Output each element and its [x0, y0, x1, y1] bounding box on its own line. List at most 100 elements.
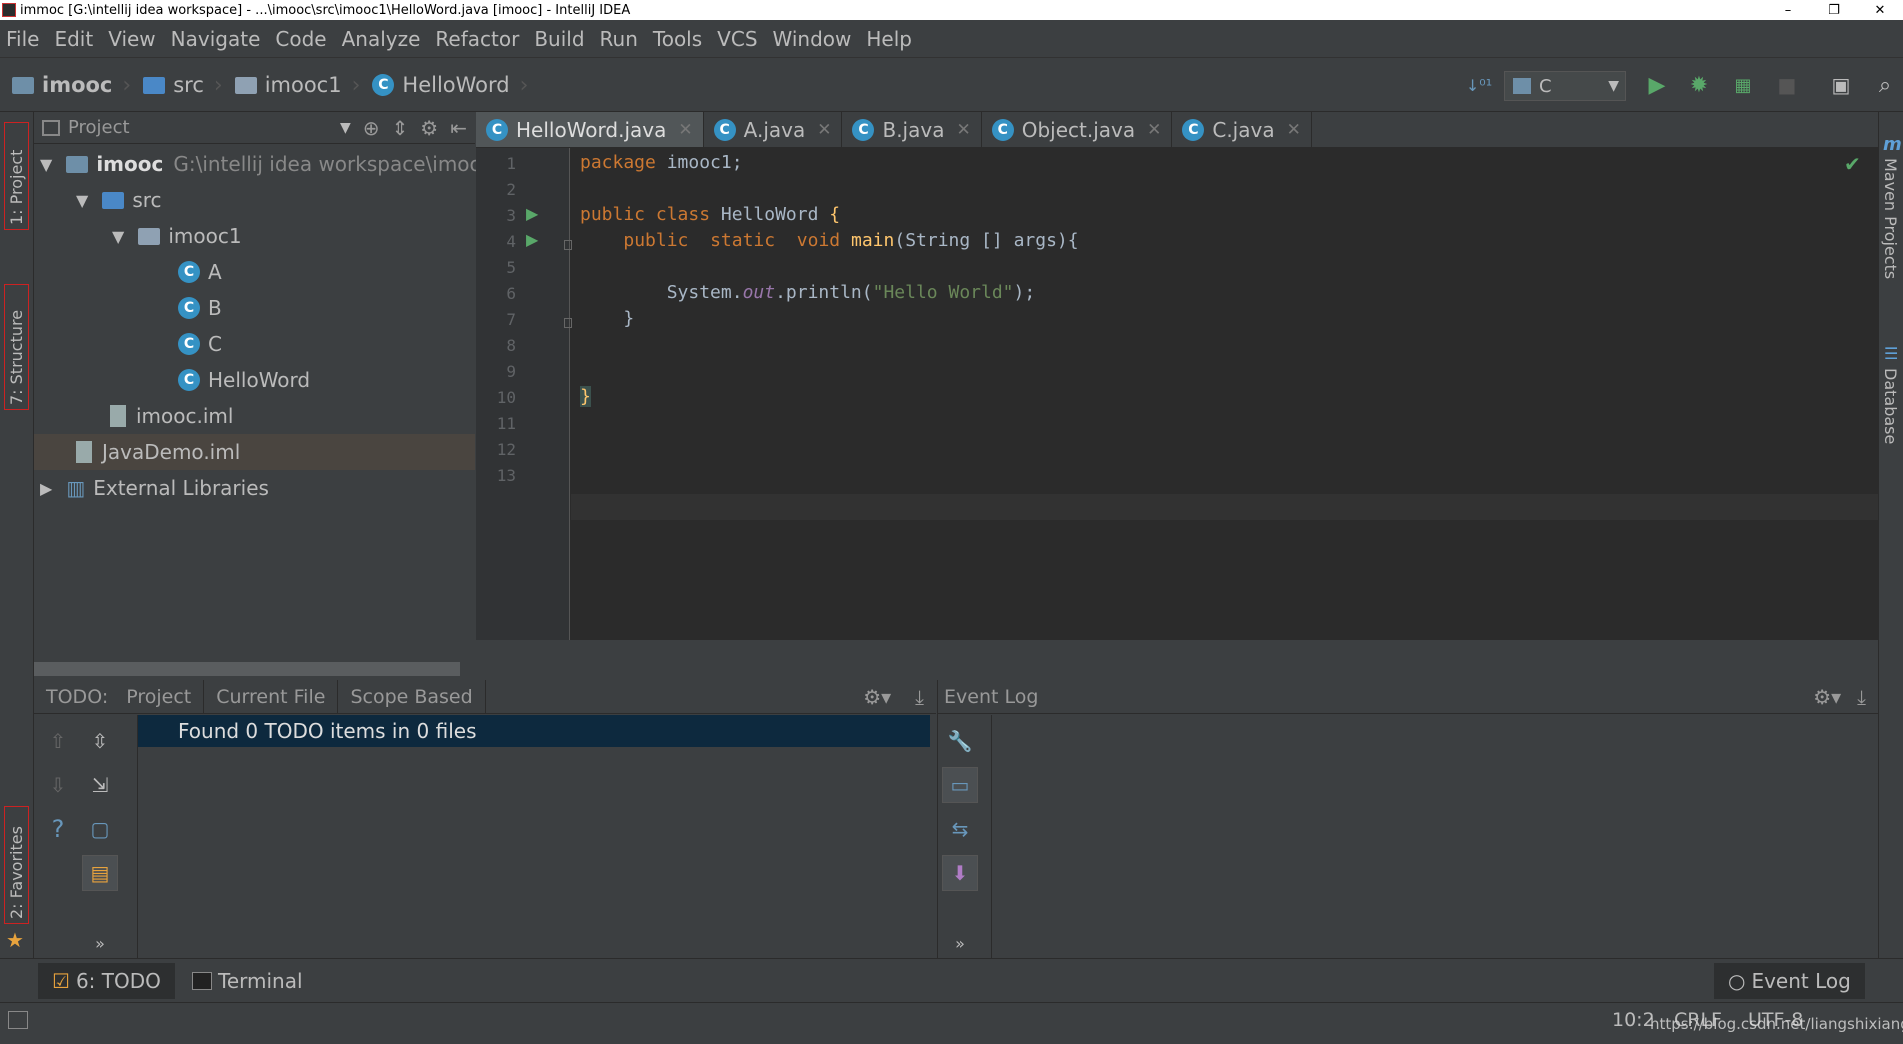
sort-icon[interactable]: ↓⁰¹: [1466, 72, 1492, 98]
scroll-to-end-icon[interactable]: ⬇: [942, 855, 978, 891]
project-structure-icon[interactable]: ▣: [1828, 72, 1854, 98]
project-panel-title[interactable]: Project: [68, 117, 130, 138]
search-icon[interactable]: ⌕: [1872, 72, 1898, 98]
menu-refactor[interactable]: Refactor: [431, 27, 528, 51]
code-line-6[interactable]: System.out.println("Hello World");: [580, 282, 1036, 303]
expand-all-icon[interactable]: ⇳: [82, 723, 118, 759]
close-window-button[interactable]: ✕: [1857, 3, 1903, 18]
todo-tab-project[interactable]: Project: [114, 679, 205, 714]
gear-icon[interactable]: ⚙▾: [851, 680, 903, 714]
arrow-up-icon[interactable]: ⇧: [40, 723, 76, 759]
code-line-3[interactable]: public class HelloWord {: [580, 204, 840, 225]
breadcrumb-project[interactable]: imooc ›: [12, 73, 131, 98]
horizontal-scrollbar[interactable]: [34, 662, 460, 676]
locate-icon[interactable]: ⊕: [363, 116, 380, 140]
tab-object[interactable]: C Object.java ✕: [982, 112, 1173, 147]
minimize-button[interactable]: –: [1765, 3, 1811, 18]
breadcrumb-package[interactable]: imooc1 ›: [234, 73, 360, 98]
tree-class-b[interactable]: C B: [178, 290, 222, 326]
code-line-7[interactable]: }: [580, 308, 634, 329]
collapse-all-icon[interactable]: ⇲: [82, 767, 118, 803]
hide-panel-icon[interactable]: ⇤: [450, 116, 467, 140]
fold-icon[interactable]: [564, 318, 572, 328]
fold-icon[interactable]: [564, 240, 572, 250]
more-icon[interactable]: »: [942, 925, 978, 961]
menu-vcs[interactable]: VCS: [713, 27, 766, 51]
tree-class-helloword[interactable]: C HelloWord: [178, 362, 310, 398]
run-gutter-icon[interactable]: ▶: [526, 204, 538, 223]
close-icon[interactable]: ✕: [1147, 120, 1161, 140]
code-line-10[interactable]: }: [580, 386, 591, 407]
menu-build[interactable]: Build: [530, 27, 593, 51]
todo-result[interactable]: Found 0 TODO items in 0 files: [138, 715, 930, 747]
gear-icon[interactable]: ⚙: [420, 116, 438, 140]
expand-arrow-icon[interactable]: ▼: [76, 191, 88, 210]
tool-tab-database[interactable]: Database: [1881, 368, 1900, 444]
tree-root[interactable]: ▼ imooc G:\intellij idea workspace\imooc: [40, 146, 493, 182]
toggle-tool-windows-icon[interactable]: [8, 1011, 28, 1029]
menu-edit[interactable]: Edit: [50, 27, 102, 51]
minimize-panel-icon[interactable]: ⤓: [903, 680, 936, 714]
tool-tab-project[interactable]: 1: Project: [4, 122, 29, 230]
expand-arrow-icon[interactable]: ▼: [112, 227, 124, 246]
tree-class-a[interactable]: C A: [178, 254, 222, 290]
menu-file[interactable]: File: [2, 27, 48, 51]
tree-external-libraries[interactable]: ▶ ▥ External Libraries: [40, 470, 269, 506]
breadcrumb-file[interactable]: C HelloWord ›: [372, 73, 528, 98]
menu-tools[interactable]: Tools: [649, 27, 711, 51]
code-line-1[interactable]: package imooc1;: [580, 152, 743, 173]
collapse-arrow-icon[interactable]: ▶: [40, 479, 52, 498]
tab-c[interactable]: C C.java ✕: [1172, 112, 1312, 147]
help-icon[interactable]: ?: [40, 811, 76, 847]
gear-icon[interactable]: ⚙▾: [1813, 685, 1841, 709]
menu-help[interactable]: Help: [862, 27, 921, 51]
tree-class-c[interactable]: C C: [178, 326, 222, 362]
filter-icon[interactable]: ▤: [82, 855, 118, 891]
todo-tab-scope-based[interactable]: Scope Based: [338, 679, 486, 714]
balloon-icon[interactable]: ▭: [942, 767, 978, 803]
menu-view[interactable]: View: [104, 27, 164, 51]
tool-tab-favorites[interactable]: 2: Favorites: [4, 806, 29, 924]
minimize-panel-icon[interactable]: ⤓: [1857, 685, 1866, 709]
close-icon[interactable]: ✕: [678, 120, 692, 140]
tool-tab-todo[interactable]: ☑ 6: TODO: [38, 963, 175, 999]
breadcrumb-src[interactable]: src ›: [143, 73, 223, 98]
run-icon[interactable]: ▶: [1644, 72, 1670, 98]
collapse-icon[interactable]: ⇕: [392, 116, 409, 140]
tab-b[interactable]: C B.java ✕: [842, 112, 982, 147]
chevron-down-icon[interactable]: ▼: [340, 120, 351, 136]
preview-icon[interactable]: ▢: [82, 811, 118, 847]
more-icon[interactable]: »: [82, 925, 118, 961]
menu-run[interactable]: Run: [596, 27, 647, 51]
tool-tab-event-log[interactable]: ○ Event Log: [1714, 963, 1865, 999]
todo-tab-current-file[interactable]: Current File: [204, 679, 339, 714]
menu-analyze[interactable]: Analyze: [338, 27, 430, 51]
arrow-down-icon[interactable]: ⇩: [40, 767, 76, 803]
caret-position[interactable]: 10:2: [1612, 1009, 1655, 1031]
tree-imooc-iml[interactable]: imooc.iml: [110, 398, 233, 434]
close-icon[interactable]: ✕: [956, 120, 970, 140]
coverage-icon[interactable]: ▦: [1730, 72, 1756, 98]
expand-arrow-icon[interactable]: ▼: [40, 155, 52, 174]
close-icon[interactable]: ✕: [1287, 120, 1301, 140]
stop-icon[interactable]: ■: [1774, 72, 1800, 98]
run-configuration-select[interactable]: C ▼: [1504, 71, 1626, 101]
settings-wrench-icon[interactable]: 🔧: [942, 723, 978, 759]
code-line-4[interactable]: public static void main(String [] args){: [580, 230, 1078, 251]
debug-icon[interactable]: ✹: [1686, 72, 1712, 98]
close-icon[interactable]: ✕: [817, 120, 831, 140]
tab-helloword[interactable]: C HelloWord.java ✕: [476, 112, 704, 147]
tool-tab-maven[interactable]: Maven Projects: [1881, 158, 1900, 279]
maximize-button[interactable]: ❐: [1811, 3, 1857, 18]
tool-tab-terminal[interactable]: Terminal: [192, 963, 303, 999]
tree-javademo-iml[interactable]: JavaDemo.iml: [34, 434, 475, 470]
menu-navigate[interactable]: Navigate: [167, 27, 270, 51]
tree-src[interactable]: ▼ src: [76, 182, 162, 218]
soft-wrap-icon[interactable]: ⇆: [942, 811, 978, 847]
tool-tab-structure[interactable]: 7: Structure: [4, 284, 29, 410]
menu-window[interactable]: Window: [769, 27, 861, 51]
menu-code[interactable]: Code: [271, 27, 335, 51]
tab-a[interactable]: C A.java ✕: [704, 112, 843, 147]
tree-package[interactable]: ▼ imooc1: [112, 218, 242, 254]
run-gutter-icon[interactable]: ▶: [526, 230, 538, 249]
